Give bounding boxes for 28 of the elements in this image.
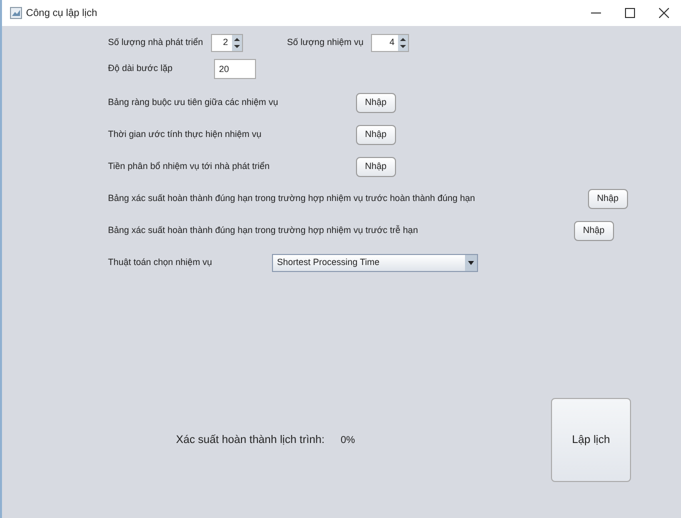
probability-label: Xác suất hoàn thành lịch trình: (176, 432, 325, 448)
input-label: Bảng xác suất hoàn thành đúng hạn trong trường hợp nhiệm vụ trước trễ hạn (108, 224, 419, 238)
import-button[interactable]: Nhập (588, 189, 628, 209)
input-label: Bảng ràng buộc ưu tiên giữa các nhiệm vụ (108, 96, 280, 110)
app-icon (10, 7, 22, 19)
close-icon (659, 8, 669, 18)
caret-icon (465, 255, 477, 271)
algorithm-label: Thuật toán chọn nhiệm vụ (108, 256, 214, 270)
tasks-label: Số lượng nhiệm vụ (287, 36, 364, 50)
input-label: Bảng xác suất hoàn thành đúng hạn trong trường hợp nhiệm vụ trước hoàn thành đúng hạn (108, 192, 476, 206)
probability-value: 0% (340, 434, 356, 448)
import-button[interactable]: Nhập (356, 93, 396, 113)
window-title: Công cụ lập lịch (26, 6, 98, 20)
tasks-spinner[interactable]: 4 (371, 34, 410, 52)
import-button[interactable]: Nhập (356, 125, 396, 145)
spinner-arrows-icon (398, 35, 408, 51)
step-label: Độ dài bước lặp (108, 62, 174, 76)
developers-spinner[interactable]: 2 (211, 34, 243, 52)
schedule-button[interactable]: Lập lịch (551, 398, 631, 482)
input-label: Tiền phân bổ nhiệm vụ tới nhà phát triển (108, 160, 271, 174)
import-button[interactable]: Nhập (574, 221, 614, 241)
import-button[interactable]: Nhập (356, 157, 396, 177)
step-input[interactable]: 20 (214, 59, 256, 79)
developers-label: Số lượng nhà phát triển (108, 36, 203, 50)
input-label: Thời gian ước tính thực hiện nhiệm vụ (108, 128, 262, 142)
algorithm-dropdown[interactable]: Shortest Processing Time (272, 254, 478, 272)
maximize-icon (625, 8, 635, 18)
spinner-arrows-icon (232, 35, 242, 51)
